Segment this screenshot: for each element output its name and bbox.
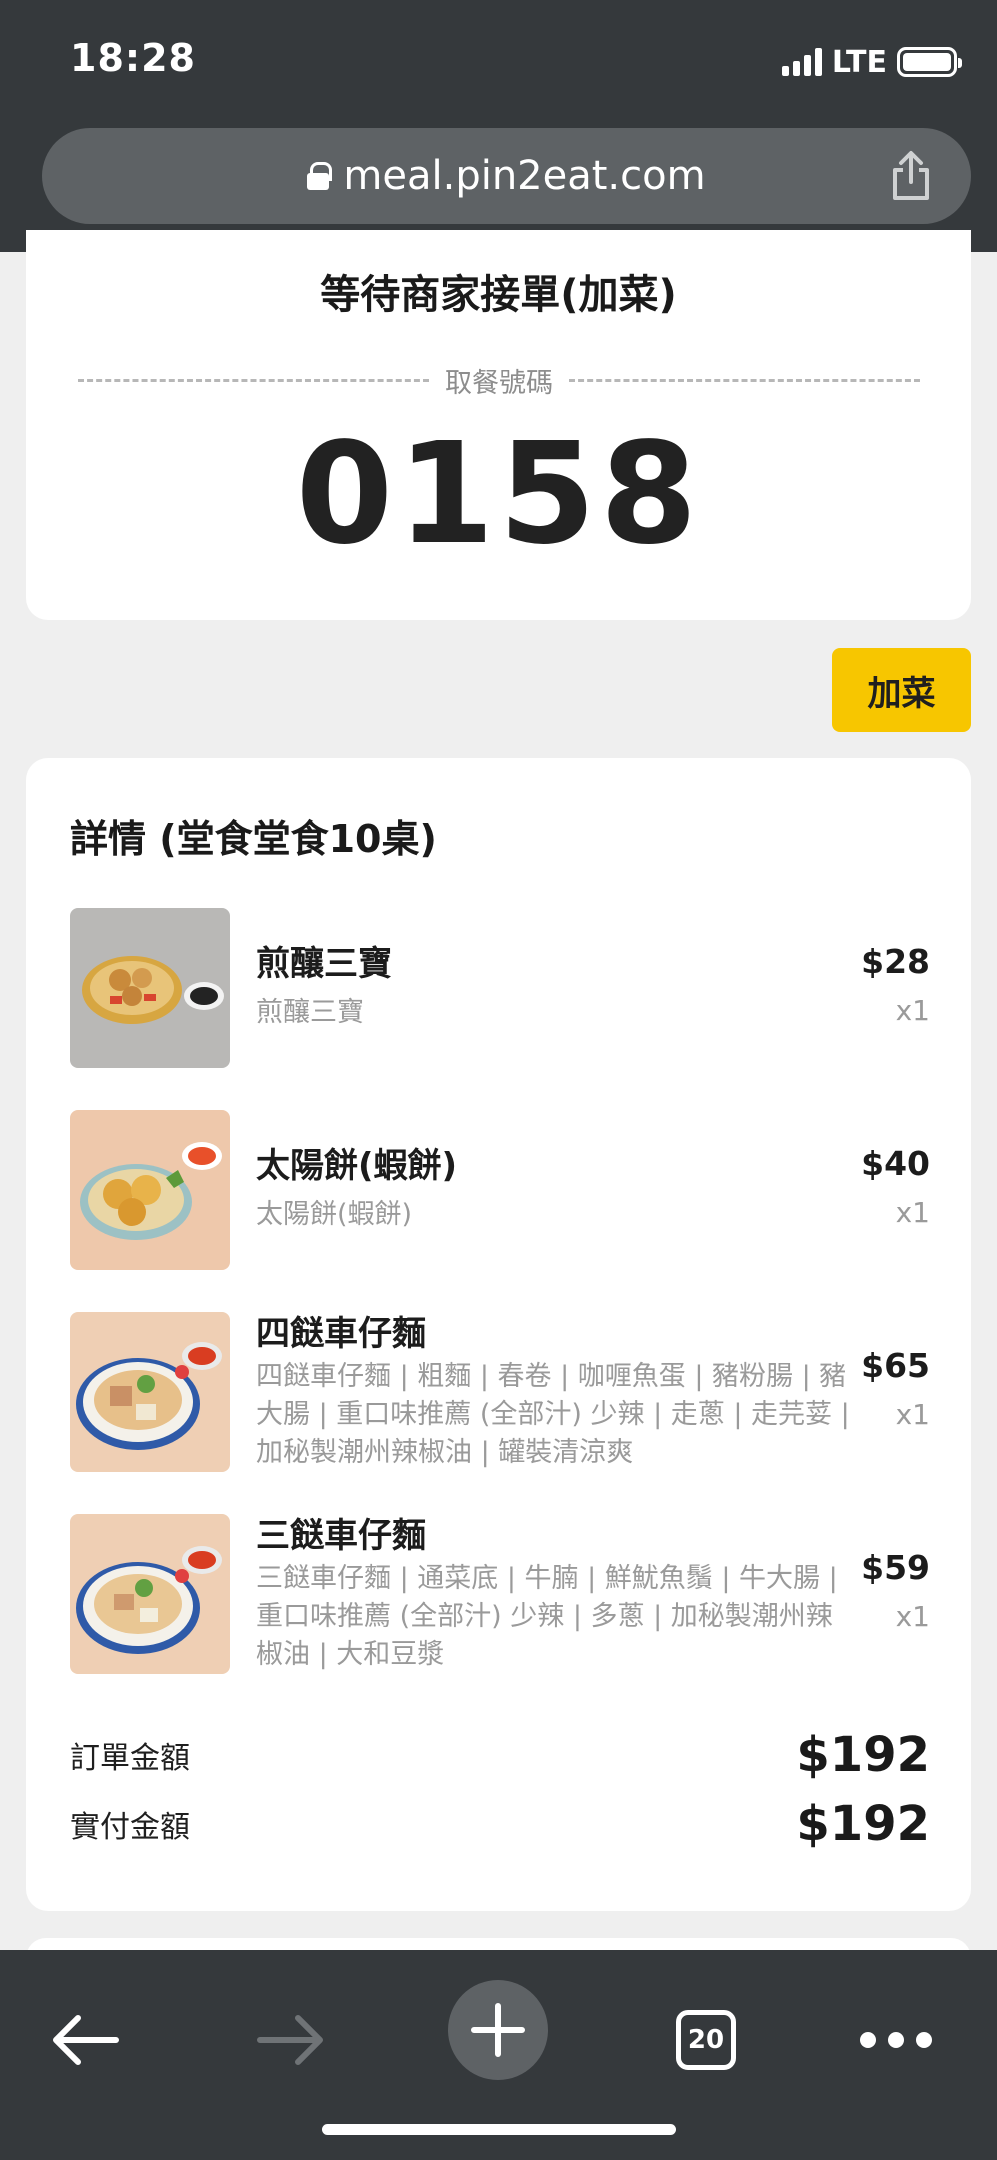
new-tab-button[interactable] [448,1980,548,2080]
item-photo [70,1514,230,1674]
paid-total-row: 實付金額 $192 [70,1796,930,1852]
status-time: 18:28 [70,36,196,80]
item-description: 三餸車仔麵 | 通菜底 | 牛腩 | 鮮魷魚鬚 | 牛大腸 | 重口味推薦 (全… [256,1563,838,1670]
browser-top-chrome: 18:28 LTE meal.pin2eat.com [0,0,997,252]
item-description: 煎釀三寶 [256,997,364,1028]
order-total-value: $192 [796,1727,930,1783]
item-photo [70,1312,230,1472]
item-quantity: x1 [895,994,930,1027]
network-type: LTE [831,44,887,80]
item-quantity: x1 [895,1398,930,1431]
item-name: 煎釀三寶 [256,944,392,984]
order-total-label: 訂單金額 [70,1741,190,1776]
item-name: 四餸車仔麵 [256,1314,426,1354]
more-button[interactable] [846,1990,946,2090]
order-item: 煎釀三寶 煎釀三寶 $28 x1 [70,908,930,1068]
item-description: 太陽餅(蝦餅) [256,1199,413,1230]
order-item: 太陽餅(蝦餅) 太陽餅(蝦餅) $40 x1 [70,1110,930,1270]
battery-icon [897,47,962,77]
item-price: $59 [861,1548,930,1587]
order-status-title: 等待商家接單(加菜) [320,272,677,318]
address-bar[interactable]: meal.pin2eat.com [42,128,971,224]
paid-total-label: 實付金額 [70,1810,190,1845]
back-button[interactable] [36,1990,136,2090]
item-quantity: x1 [895,1196,930,1229]
forward-button[interactable] [240,1990,340,2090]
pickup-label-row: 取餐號碼 [78,360,920,400]
arrow-left-icon [53,2015,119,2065]
home-indicator[interactable] [322,2124,676,2135]
signal-icon [781,48,822,76]
tabs-icon: 20 [676,2010,736,2070]
item-price: $65 [861,1346,930,1385]
order-item: 三餸車仔麵 三餸車仔麵 | 通菜底 | 牛腩 | 鮮魷魚鬚 | 牛大腸 | 重口… [70,1514,930,1674]
tabs-button[interactable]: 20 [656,1990,756,2090]
order-total-row: 訂單金額 $192 [70,1727,930,1783]
pickup-number: 0158 [295,413,702,576]
order-details-card: 詳情 (堂食堂食10桌) 煎釀三寶 煎釀三寶 $28 x1 太陽餅(蝦餅) 太陽… [26,758,971,1911]
item-name: 太陽餅(蝦餅) [256,1146,458,1186]
arrow-right-icon [257,2015,323,2065]
item-name: 三餸車仔麵 [256,1516,426,1556]
item-description: 四餸車仔麵 | 粗麵 | 春卷 | 咖喱魚蛋 | 豬粉腸 | 豬大腸 | 重口味… [256,1361,850,1468]
lock-icon [307,162,333,190]
item-photo [70,908,230,1068]
add-dish-button[interactable]: 加菜 [832,648,971,732]
more-icon [860,2032,932,2048]
item-photo [70,1110,230,1270]
details-heading: 詳情 (堂食堂食10桌) [70,817,437,861]
url-text[interactable]: meal.pin2eat.com [343,153,705,199]
pickup-label: 取餐號碼 [445,367,553,399]
status-indicators: LTE [781,42,962,82]
item-price: $28 [861,942,930,981]
item-quantity: x1 [895,1600,930,1633]
share-icon[interactable] [887,150,935,202]
plus-icon [471,2003,525,2057]
paid-total-value: $192 [796,1796,930,1852]
order-item: 四餸車仔麵 四餸車仔麵 | 粗麵 | 春卷 | 咖喱魚蛋 | 豬粉腸 | 豬大腸… [70,1312,930,1472]
item-price: $40 [861,1144,930,1183]
